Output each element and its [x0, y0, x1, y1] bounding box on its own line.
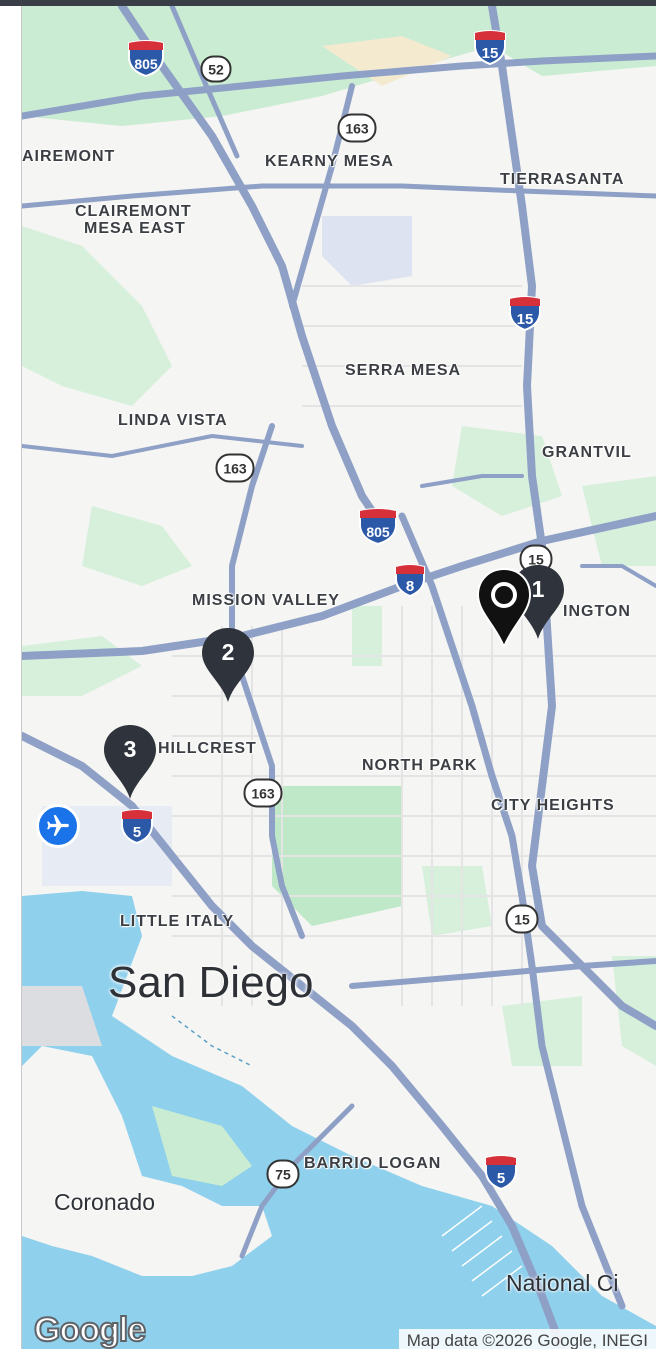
interstate-805-top-number: 805	[134, 56, 158, 72]
marker-3-number: 3	[123, 736, 137, 762]
label-grantville: GRANTVIL	[542, 444, 632, 461]
state-route-163-shield-top: 163	[337, 113, 377, 143]
left-gutter	[0, 6, 22, 1349]
label-little-italy: LITTLE ITALY	[120, 913, 235, 930]
interstate-15-mid-number: 15	[517, 311, 534, 328]
state-route-163-shield-mid: 163	[215, 453, 255, 483]
map-canvas[interactable]: AIREMONT KEARNY MESA TIERRASANTA CLAIREM…	[22, 6, 656, 1349]
airport-icon[interactable]	[36, 804, 80, 848]
label-san-diego: San Diego	[108, 958, 314, 1007]
interstate-8-shield: 8	[393, 564, 427, 598]
label-city-heights: CITY HEIGHTS	[491, 797, 615, 814]
map-frame: AIREMONT KEARNY MESA TIERRASANTA CLAIREM…	[0, 0, 656, 1349]
interstate-15-shield-mid: 15	[507, 296, 543, 332]
interstate-805-shield-mid: 805	[357, 508, 399, 546]
label-clairemont: AIREMONT	[22, 148, 116, 165]
airplane-icon	[47, 815, 69, 836]
state-route-75-number: 75	[275, 1167, 291, 1183]
interstate-5-shield-bottom: 5	[483, 1155, 519, 1191]
map-attribution[interactable]: Map data ©2026 Google, INEGI	[398, 1329, 656, 1349]
state-route-163-mid-number: 163	[223, 461, 247, 477]
label-barrio-logan: BARRIO LOGAN	[304, 1155, 442, 1172]
interstate-8-number: 8	[406, 578, 414, 595]
label-serra-mesa: SERRA MESA	[345, 362, 462, 379]
location-pin-icon	[476, 567, 532, 650]
state-route-52-number: 52	[208, 62, 224, 78]
state-route-52-shield: 52	[200, 55, 232, 83]
interstate-5-bottom-number: 5	[497, 1170, 505, 1187]
label-linda-vista: LINDA VISTA	[118, 412, 228, 429]
map-marker-2[interactable]: 2	[200, 626, 256, 704]
label-kearny-mesa: KEARNY MESA	[265, 153, 394, 170]
state-route-15-shield-low: 15	[505, 904, 539, 934]
google-logo: Google	[33, 1310, 147, 1349]
label-mission-valley: MISSION VALLEY	[192, 592, 340, 609]
interstate-5-shield-left: 5	[119, 809, 155, 845]
interstate-15-top-number: 15	[482, 45, 499, 62]
state-route-163-shield-low: 163	[243, 778, 283, 808]
state-route-163-top-number: 163	[345, 121, 369, 137]
interstate-805-mid-number: 805	[366, 524, 390, 540]
label-kensington: INGTON	[563, 603, 631, 620]
label-coronado: Coronado	[54, 1189, 156, 1215]
label-clairemont-mesa-east-line1: CLAIREMONT	[75, 203, 192, 220]
label-clairemont-mesa-east-line2: MESA EAST	[84, 220, 186, 237]
state-route-75-shield: 75	[266, 1159, 300, 1189]
label-national-city: National Ci	[506, 1270, 619, 1296]
state-route-163-low-number: 163	[251, 786, 275, 802]
interstate-805-shield-top: 805	[126, 40, 166, 78]
selected-location-pin[interactable]	[474, 566, 534, 650]
label-north-park: NORTH PARK	[362, 757, 478, 774]
interstate-15-shield-top: 15	[472, 30, 508, 66]
interstate-5-left-number: 5	[133, 824, 141, 841]
marker-2-number: 2	[221, 639, 235, 665]
state-route-15-low-number: 15	[514, 912, 530, 928]
map-marker-3[interactable]: 3	[102, 723, 158, 801]
label-hillcrest: HILLCREST	[158, 740, 257, 757]
label-tierrasanta: TIERRASANTA	[500, 171, 625, 188]
